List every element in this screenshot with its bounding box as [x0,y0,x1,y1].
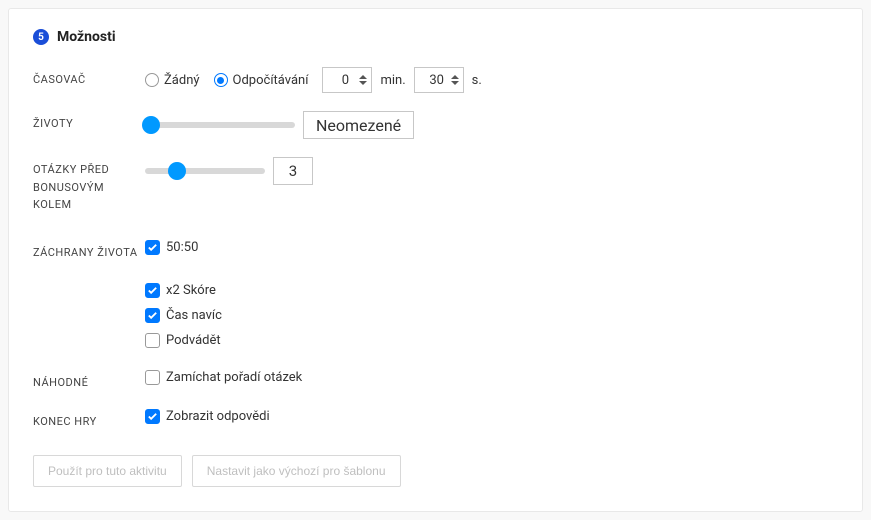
lifeline-cheat-checkbox[interactable]: Podvádět [145,333,221,348]
row-lives: ŽIVOTY Neomezené [33,111,838,139]
slider-thumb[interactable] [168,162,186,180]
checkbox-icon [145,409,160,424]
lifelines-sublist: x2 Skóre Čas navíc Podvádět [145,283,222,348]
seconds-input[interactable]: 30 [414,67,464,93]
chevron-up-icon [451,75,459,79]
chevron-up-icon [359,75,367,79]
lifeline-label: 50:50 [166,240,198,255]
label-timer: ČASOVAČ [33,67,145,89]
seconds-spinners[interactable] [451,74,461,86]
shuffle-label: Zamíchat pořadí otázek [166,370,302,385]
timer-countdown-radio[interactable]: Odpočítávání [214,73,309,88]
label-lifelines: ZÁCHRANY ŽIVOTA [33,240,145,262]
options-panel: 5 Možnosti ČASOVAČ Žádný Odpočítávání 0 [8,8,863,512]
lives-slider[interactable] [145,116,295,134]
timer-controls: Žádný Odpočítávání 0 min. 30 [145,67,482,93]
row-timer: ČASOVAČ Žádný Odpočítávání 0 min. [33,67,838,93]
checkbox-icon [145,308,160,323]
section-title: Možnosti [57,29,116,45]
minutes-unit: min. [380,73,405,88]
button-row: Použít pro tuto aktivitu Nastavit jako v… [33,455,838,487]
chevron-down-icon [451,81,459,85]
set-default-button[interactable]: Nastavit jako výchozí pro šablonu [192,455,401,487]
show-answers-label: Zobrazit odpovědi [166,409,270,424]
lives-value-box: Neomezené [303,111,414,139]
random-controls: Zamíchat pořadí otázek [145,370,302,385]
step-badge: 5 [33,29,49,45]
lifelines-list: 50:50 x2 Skóre Čas navíc Podvádět [145,240,222,348]
show-answers-checkbox[interactable]: Zobrazit odpovědi [145,409,270,424]
label-gameover: KONEC HRY [33,409,145,431]
label-bonus: OTÁZKY PŘED BONUSOVÝM KOLEM [33,157,145,214]
row-gameover: KONEC HRY Zobrazit odpovědi [33,409,838,431]
timer-none-radio[interactable]: Žádný [145,73,200,88]
lifeline-label: x2 Skóre [166,283,216,298]
minutes-spinners[interactable] [359,74,369,86]
row-random: NÁHODNÉ Zamíchat pořadí otázek [33,370,838,392]
row-lifelines: ZÁCHRANY ŽIVOTA 50:50 x2 Skóre Čas navíc Po… [33,240,838,348]
lives-controls: Neomezené [145,111,414,139]
shuffle-checkbox[interactable]: Zamíchat pořadí otázek [145,370,302,385]
radio-icon [145,73,159,87]
minutes-value: 0 [331,73,359,88]
label-lives: ŽIVOTY [33,111,145,133]
seconds-unit: s. [472,73,482,88]
minutes-input[interactable]: 0 [322,67,372,93]
gameover-controls: Zobrazit odpovědi [145,409,270,424]
bonus-controls: 3 [145,157,313,185]
section-header: 5 Možnosti [33,29,838,45]
radio-icon [214,73,228,87]
slider-track [145,122,295,128]
slider-track [145,168,265,174]
slider-thumb[interactable] [142,116,160,134]
checkbox-icon [145,370,160,385]
bonus-slider[interactable] [145,162,265,180]
lifeline-fifty-checkbox[interactable]: 50:50 [145,240,198,255]
seconds-value: 30 [423,73,451,88]
lifeline-label: Čas navíc [166,308,222,323]
timer-radio-group: Žádný Odpočítávání [145,73,308,88]
row-bonus: OTÁZKY PŘED BONUSOVÝM KOLEM 3 [33,157,838,214]
label-random: NÁHODNÉ [33,370,145,392]
checkbox-icon [145,283,160,298]
timer-countdown-label: Odpočítávání [233,73,309,88]
chevron-down-icon [359,81,367,85]
checkbox-icon [145,240,160,255]
lifeline-extratime-checkbox[interactable]: Čas navíc [145,308,222,323]
bonus-value-box: 3 [273,157,313,185]
timer-none-label: Žádný [164,73,200,88]
checkbox-icon [145,333,160,348]
lifeline-x2-checkbox[interactable]: x2 Skóre [145,283,216,298]
apply-button[interactable]: Použít pro tuto aktivitu [33,455,182,487]
lifeline-label: Podvádět [166,333,221,348]
